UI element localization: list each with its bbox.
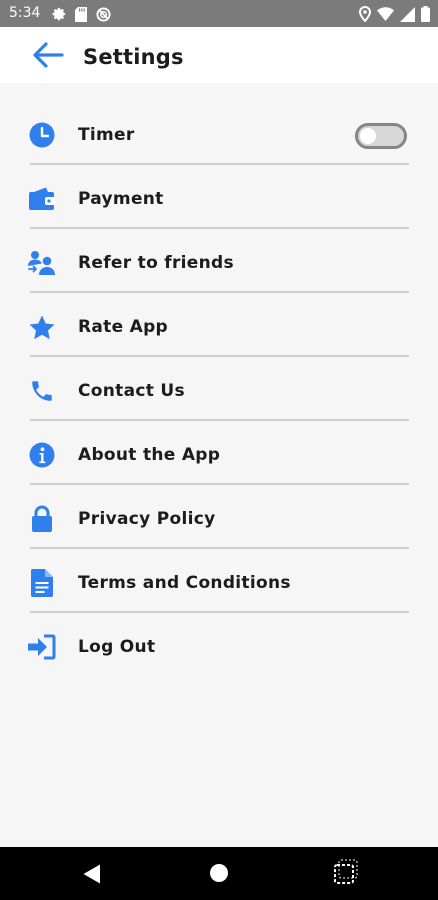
do-not-disturb-icon bbox=[96, 6, 111, 22]
back-button[interactable] bbox=[32, 41, 64, 69]
settings-item-label: Terms and Conditions bbox=[78, 573, 291, 593]
settings-item-label: Privacy Policy bbox=[78, 509, 216, 529]
settings-item-label: Refer to friends bbox=[78, 253, 234, 273]
wallet-icon bbox=[28, 185, 56, 213]
nav-home-button[interactable] bbox=[210, 864, 228, 882]
app-bar: Settings bbox=[0, 27, 438, 83]
timer-toggle[interactable] bbox=[355, 123, 407, 149]
nav-recents-button[interactable] bbox=[330, 857, 360, 889]
nav-back-icon bbox=[83, 864, 101, 888]
settings-item-timer[interactable]: Timer bbox=[0, 101, 438, 165]
wifi-icon bbox=[377, 7, 394, 21]
settings-item-log-out[interactable]: Log Out bbox=[0, 613, 438, 677]
battery-icon bbox=[421, 6, 430, 22]
phone-icon bbox=[28, 377, 56, 405]
settings-item-rate-app[interactable]: Rate App bbox=[0, 293, 438, 357]
logout-icon bbox=[28, 633, 56, 661]
toggle-thumb bbox=[360, 128, 376, 144]
settings-item-terms-conditions[interactable]: Terms and Conditions bbox=[0, 549, 438, 613]
settings-item-label: Contact Us bbox=[78, 381, 185, 401]
status-bar: 5:34 bbox=[0, 0, 438, 27]
refer-friends-icon bbox=[28, 249, 56, 277]
status-icons-right bbox=[359, 5, 430, 23]
nav-back-button[interactable] bbox=[83, 864, 101, 884]
document-icon bbox=[28, 569, 56, 597]
sd-card-icon bbox=[75, 6, 87, 22]
signal-icon bbox=[400, 6, 415, 22]
clock-icon bbox=[28, 121, 56, 149]
arrow-left-icon bbox=[32, 42, 64, 73]
settings-item-label: Timer bbox=[78, 125, 135, 145]
status-time: 5:34 bbox=[9, 5, 41, 21]
settings-item-contact-us[interactable]: Contact Us bbox=[0, 357, 438, 421]
page-title: Settings bbox=[83, 45, 184, 69]
nav-recents-icon bbox=[330, 859, 360, 893]
settings-item-about-app[interactable]: About the App bbox=[0, 421, 438, 485]
settings-item-privacy-policy[interactable]: Privacy Policy bbox=[0, 485, 438, 549]
settings-item-label: About the App bbox=[78, 445, 221, 465]
nav-bar bbox=[0, 847, 438, 900]
settings-item-refer-friends[interactable]: Refer to friends bbox=[0, 229, 438, 293]
settings-item-payment[interactable]: Payment bbox=[0, 165, 438, 229]
settings-item-label: Payment bbox=[78, 189, 164, 209]
location-icon bbox=[359, 6, 371, 22]
settings-item-label: Rate App bbox=[78, 317, 169, 337]
settings-item-label: Log Out bbox=[78, 637, 156, 657]
gear-icon bbox=[52, 7, 66, 21]
info-icon bbox=[28, 441, 56, 469]
lock-icon bbox=[28, 505, 56, 533]
star-icon bbox=[28, 313, 56, 341]
status-icons-left bbox=[52, 6, 111, 22]
